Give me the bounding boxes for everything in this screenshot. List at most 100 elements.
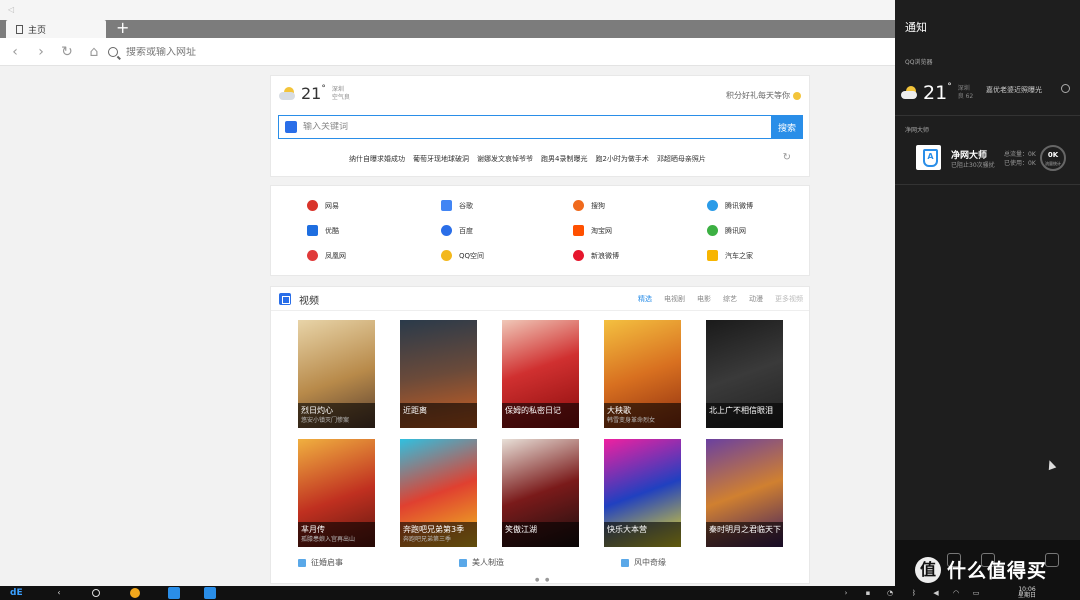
ifeng-icon — [307, 250, 318, 261]
video-poster[interactable]: 芈月传 孤膝患娘入宫再出山 — [298, 439, 375, 547]
poster-caption: 快乐大本营 — [604, 522, 681, 547]
play-icon — [298, 558, 306, 567]
panel-news[interactable]: 嘉优老婆近照曝光 — [986, 85, 1042, 95]
tab-variety[interactable]: 综艺 — [723, 294, 737, 304]
tab-tv[interactable]: 电视剧 — [664, 294, 685, 304]
flow-value: 0K — [1047, 151, 1059, 159]
site-link[interactable]: 网易 — [307, 200, 339, 211]
tencent-weibo-icon — [707, 200, 718, 211]
browser-app-icon[interactable] — [204, 587, 216, 599]
video-poster[interactable]: 北上广不相信眼泪 — [706, 320, 783, 428]
video-link[interactable]: 征婚启事 — [298, 557, 343, 568]
tab-home[interactable]: 主页 — [6, 20, 106, 38]
bluetooth-icon[interactable]: ᛒ — [910, 589, 918, 597]
tab-featured[interactable]: 精选 — [638, 294, 652, 304]
refresh-hot-icon[interactable]: ↻ — [783, 152, 791, 163]
hot-word[interactable]: 跑男4录制曝光 — [541, 154, 587, 164]
window-top-strip: ◁ — [0, 0, 895, 20]
search-button[interactable]: 搜索 — [771, 115, 803, 139]
video-poster[interactable]: 近距离 — [400, 320, 477, 428]
flow-label: 流量统计 — [1045, 161, 1061, 166]
url-input[interactable] — [126, 46, 826, 58]
play-icon — [459, 558, 467, 567]
video-poster[interactable]: 秦时明月之君临天下 — [706, 439, 783, 547]
site-link[interactable]: QQ空间 — [441, 250, 484, 261]
video-tabs: 精选 电视剧 电影 综艺 动漫 更多视频 — [638, 294, 803, 304]
video-link[interactable]: 风中奇缘 — [621, 557, 666, 568]
taobao-icon — [573, 225, 584, 236]
site-link[interactable]: 百度 — [441, 225, 473, 236]
taskbar-clock[interactable]: 10:06 星期日 — [1018, 587, 1036, 599]
tab-label: 主页 — [28, 25, 47, 36]
tab-movie[interactable]: 电影 — [697, 294, 711, 304]
home-icon[interactable]: ⌂ — [85, 43, 103, 61]
download-app-icon[interactable] — [130, 588, 140, 598]
video-poster[interactable]: 保姆的私密日记 — [502, 320, 579, 428]
hot-word[interactable]: 谢娜发文哀悼爷爷 — [477, 154, 533, 164]
video-poster[interactable]: 笑傲江湖 — [502, 439, 579, 547]
panel-weather[interactable]: 21° 深圳 良 62 — [901, 82, 973, 104]
video-poster[interactable]: 烈日灼心 悠安小镇灭门惨案 — [298, 320, 375, 428]
hot-word[interactable]: 葡萄牙现地球破洞 — [413, 154, 469, 164]
watermark: 值 什么值得买 — [915, 556, 1047, 583]
flow-meter[interactable]: 0K 流量统计 — [1040, 145, 1066, 171]
shield-app-icon[interactable] — [168, 587, 180, 599]
home-circle-icon[interactable] — [92, 589, 100, 597]
baidu-icon — [285, 121, 297, 133]
tray-arrow-icon[interactable]: › — [842, 589, 850, 597]
dismiss-icon[interactable] — [1061, 84, 1070, 93]
qzone-star-icon — [441, 250, 452, 261]
search-card: 21° 深圳 空气良 积分好礼每天等你 搜索 纳什自曝求婚成功 葡萄牙现地球破洞… — [270, 75, 810, 177]
tab-bar: 主页 + — [0, 20, 895, 38]
volume-icon[interactable]: ◀ — [932, 589, 940, 597]
address-bar: ‹ › ↻ ⌂ — [0, 38, 895, 66]
site-link[interactable]: 优酷 — [307, 225, 339, 236]
video-poster[interactable]: 奔跑吧兄弟第3季 奔跑吧兄弟第三季 — [400, 439, 477, 547]
search-input[interactable] — [303, 122, 771, 132]
sites-card: 网易 谷歌 搜狗 腾讯微博 优酷 百度 淘宝网 腾讯网 凤凰网 QQ空间 新浪微… — [270, 185, 810, 276]
video-poster[interactable]: 快乐大本营 — [604, 439, 681, 547]
site-link[interactable]: 新浪微博 — [573, 250, 619, 261]
tray-clock-icon[interactable]: ◔ — [886, 589, 894, 597]
back-icon[interactable]: ‹ — [54, 588, 64, 598]
url-field[interactable] — [108, 42, 892, 62]
tray-app-icon[interactable]: ▪ — [864, 589, 872, 597]
wifi-icon[interactable]: ◠ — [952, 589, 960, 597]
site-link[interactable]: 汽车之家 — [707, 250, 753, 261]
video-poster[interactable]: 大秧歌 韩雪变身革命烈女 — [604, 320, 681, 428]
sogou-icon — [573, 200, 584, 211]
start-button[interactable]: dE — [10, 588, 23, 598]
play-icon — [621, 558, 629, 567]
site-link[interactable]: 淘宝网 — [573, 225, 612, 236]
tab-anime[interactable]: 动漫 — [749, 294, 763, 304]
partly-cloudy-icon — [279, 86, 297, 101]
quick-action-icon[interactable] — [1045, 553, 1059, 567]
forward-icon[interactable]: › — [32, 43, 50, 61]
page-indicator[interactable]: ● ● — [535, 577, 551, 583]
site-link[interactable]: 搜狗 — [573, 200, 605, 211]
hot-word[interactable]: 邓超晒母亲照片 — [657, 154, 706, 164]
youku-icon — [307, 225, 318, 236]
video-link[interactable]: 美人制造 — [459, 557, 504, 568]
used-flow: 已使用：0K — [1004, 160, 1036, 167]
site-link[interactable]: 凤凰网 — [307, 250, 346, 261]
site-link[interactable]: 谷歌 — [441, 200, 473, 211]
weather-city: 深圳 — [331, 85, 344, 93]
google-icon — [441, 200, 452, 211]
site-link[interactable]: 腾讯网 — [707, 225, 746, 236]
new-tab-button[interactable]: + — [116, 20, 129, 38]
hot-word[interactable]: 跑2小时为做手术 — [595, 154, 648, 164]
hot-word[interactable]: 纳什自曝求婚成功 — [349, 154, 405, 164]
partly-cloudy-icon — [901, 86, 919, 100]
back-icon[interactable]: ‹ — [6, 43, 24, 61]
site-link[interactable]: 腾讯微博 — [707, 200, 753, 211]
poster-caption: 大秧歌 韩雪变身革命烈女 — [604, 403, 681, 428]
battery-icon[interactable]: ▭ — [972, 589, 980, 597]
search-box: 搜索 — [278, 115, 803, 139]
reward-text: 积分好礼每天等你 — [726, 91, 790, 100]
tab-more[interactable]: 更多视频 — [775, 294, 803, 304]
refresh-icon[interactable]: ↻ — [58, 43, 76, 61]
reward-link[interactable]: 积分好礼每天等你 — [726, 90, 801, 101]
autohome-icon — [707, 250, 718, 261]
weather-widget[interactable]: 21° 深圳 空气良 — [279, 84, 350, 103]
